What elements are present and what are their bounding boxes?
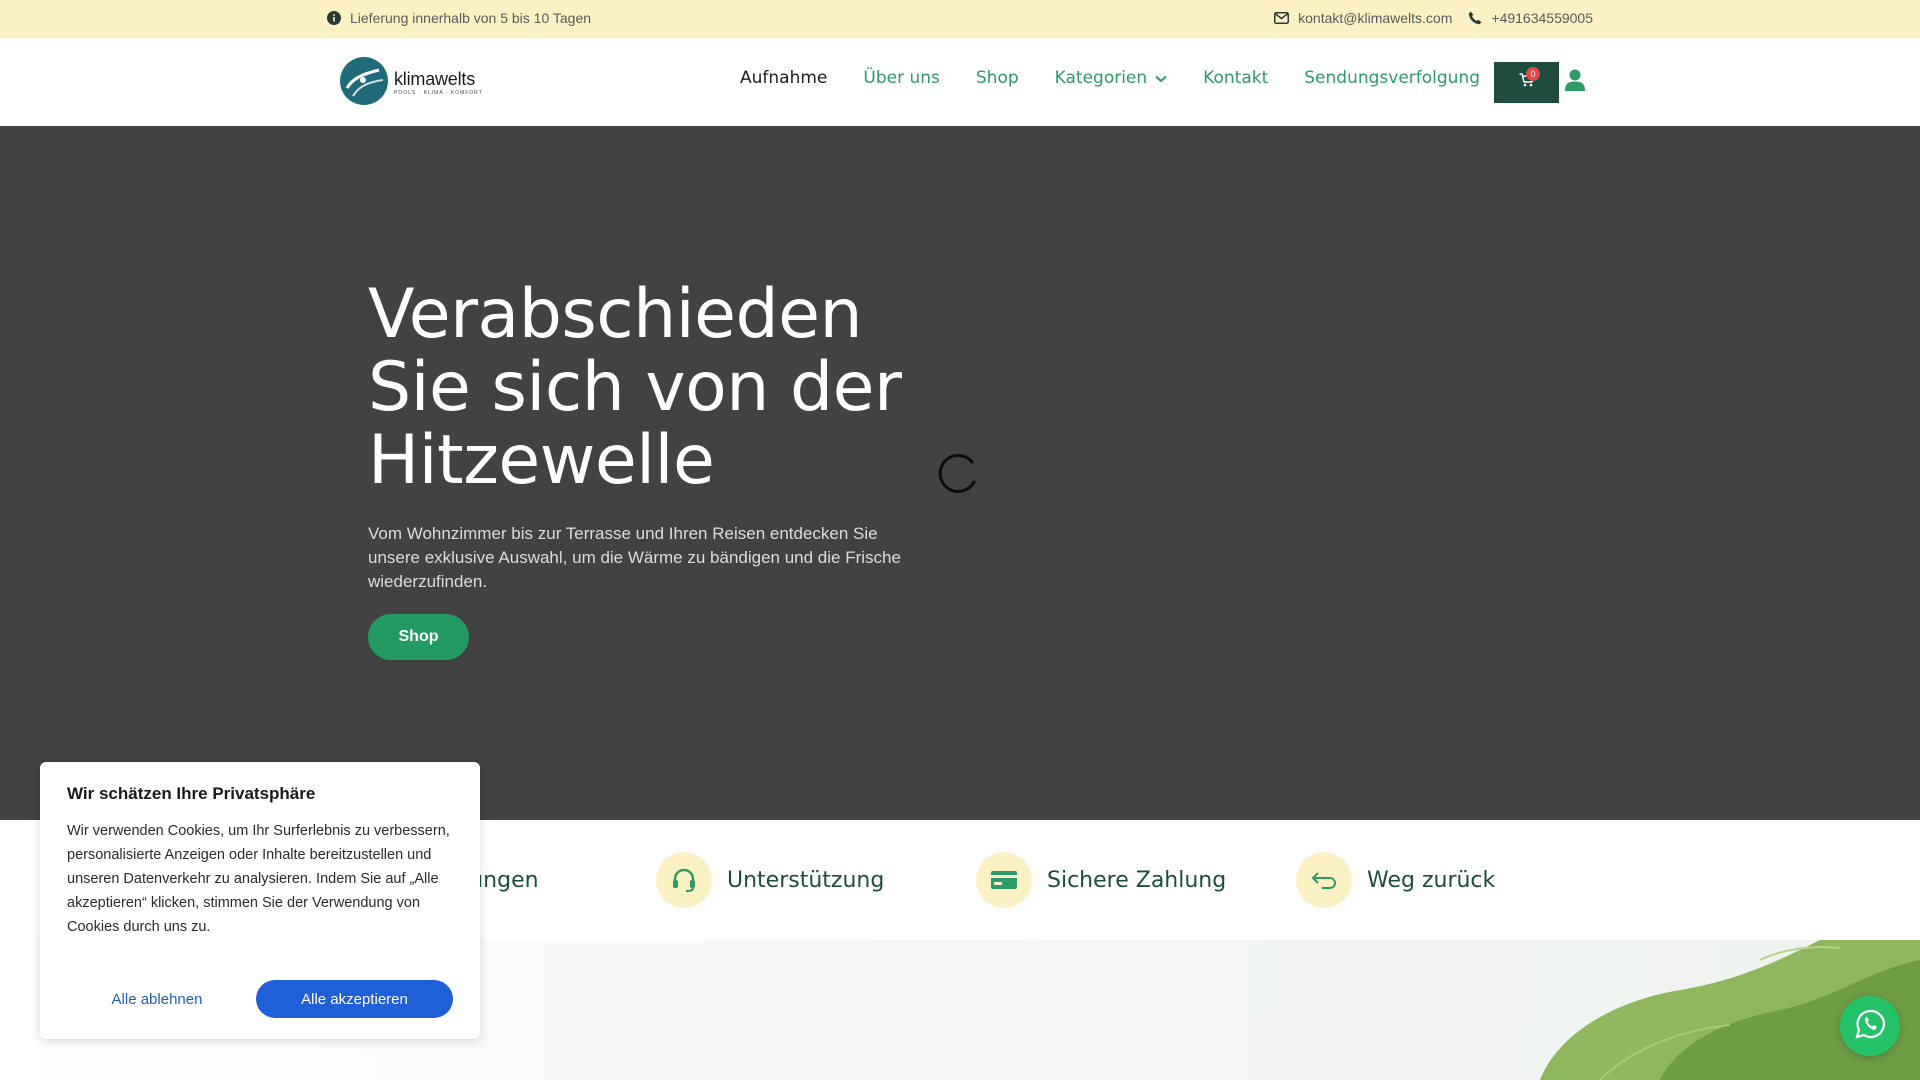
feature-label: Unterstützung (727, 867, 885, 893)
delivery-info: Lieferung innerhalb von 5 bis 10 Tagen (327, 10, 591, 26)
loading-spinner-icon (938, 452, 980, 499)
cart-count-badge: 0 (1526, 67, 1540, 81)
logo-mark-icon (339, 56, 389, 111)
feature-label: Sichere Zahlung (1047, 867, 1227, 893)
main-nav: Aufnahme Über uns Shop Kategorien Kontak… (740, 68, 1480, 88)
whatsapp-icon (1855, 1009, 1885, 1044)
headset-icon (656, 852, 712, 908)
cookie-consent-dialog: Wir schätzen Ihre Privatsphäre Wir verwe… (40, 762, 480, 1039)
account-button[interactable] (1565, 69, 1585, 96)
feature-weg-zurueck: Weg zurück (1296, 852, 1495, 908)
delivery-text: Lieferung innerhalb von 5 bis 10 Tagen (350, 10, 592, 26)
cart-button[interactable]: 0 (1494, 62, 1559, 103)
envelope-icon (1274, 12, 1290, 24)
hero-shop-button[interactable]: Shop (368, 614, 469, 660)
site-logo[interactable]: klimawelts POOLS · KLIMA · KOMFORT (339, 56, 489, 110)
email-link[interactable]: kontakt@klimawelts.com (1298, 10, 1452, 26)
contact-phone[interactable]: +491634559005 (1468, 10, 1593, 26)
cookie-title: Wir schätzen Ihre Privatsphäre (67, 784, 316, 803)
hero-description: Vom Wohnzimmer bis zur Terrasse und Ihre… (368, 524, 901, 591)
whatsapp-button[interactable] (1840, 996, 1900, 1056)
feature-unterstuetzung: Unterstützung (656, 852, 884, 908)
contact-email[interactable]: kontakt@klimawelts.com (1274, 10, 1452, 26)
user-icon (1565, 69, 1585, 95)
hero-title: Verabschieden Sie sich von der Hitzewell… (368, 275, 902, 500)
logo-tagline: POOLS · KLIMA · KOMFORT (394, 90, 483, 96)
feature-label: Weg zurück (1367, 867, 1496, 893)
credit-card-icon (976, 852, 1032, 908)
reject-all-button[interactable]: Alle ablehnen (67, 980, 247, 1018)
top-info-bar: Lieferung innerhalb von 5 bis 10 Tagen k… (0, 0, 1920, 38)
phone-link[interactable]: +491634559005 (1491, 10, 1593, 26)
return-arrow-icon (1296, 852, 1352, 908)
nav-item-shop[interactable]: Shop (976, 68, 1019, 88)
nav-item-sendungsverfolgung[interactable]: Sendungsverfolgung (1304, 68, 1480, 88)
nav-item-aufnahme[interactable]: Aufnahme (740, 68, 827, 88)
cookie-text: Wir verwenden Cookies, um Ihr Surferlebn… (67, 823, 450, 935)
hero-section: Verabschieden Sie sich von der Hitzewell… (0, 126, 1920, 820)
info-icon (327, 11, 341, 25)
site-header: klimawelts POOLS · KLIMA · KOMFORT Aufna… (0, 38, 1920, 126)
nav-item-kategorien-label: Kategorien (1054, 68, 1148, 88)
logo-name: klimawelts (394, 69, 476, 89)
nav-item-ueber-uns[interactable]: Über uns (863, 68, 940, 88)
phone-icon (1468, 11, 1482, 25)
accept-all-button[interactable]: Alle akzeptieren (256, 980, 453, 1018)
nav-item-kontakt[interactable]: Kontakt (1203, 68, 1268, 88)
feature-sichere-zahlung: Sichere Zahlung (976, 852, 1226, 908)
chevron-down-icon (1155, 68, 1167, 88)
nav-item-kategorien[interactable]: Kategorien (1055, 68, 1168, 88)
